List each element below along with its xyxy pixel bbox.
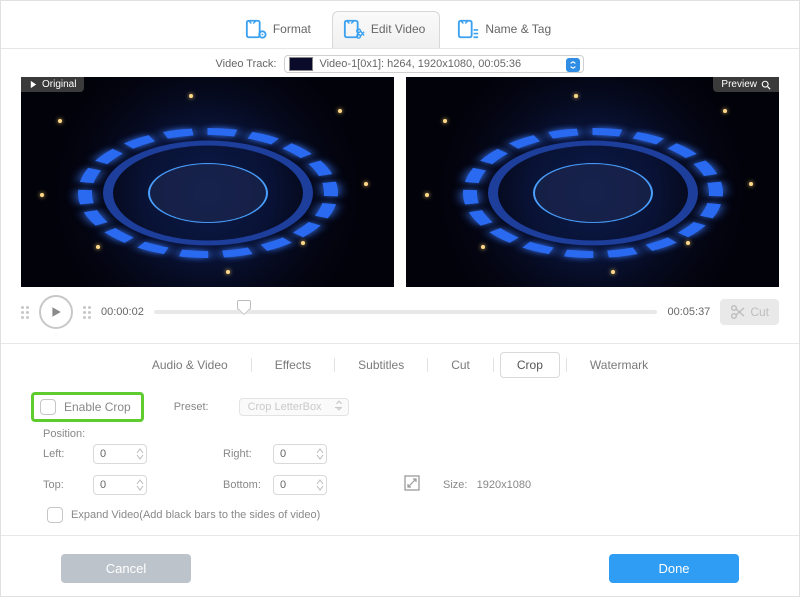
right-value: 0 [280,448,286,460]
drag-handle-right[interactable] [83,306,91,319]
original-pane: Original [21,77,394,287]
time-total: 00:05:37 [667,306,710,318]
cut-button[interactable]: Cut [720,299,779,325]
top-label: Top: [43,479,93,491]
tab-format[interactable]: Format [234,11,326,48]
edit-sub-tabs: Audio & Video Effects Subtitles Cut Crop… [1,344,799,382]
expand-video-label: Expand Video(Add black bars to the sides… [71,509,320,521]
seek-thumb[interactable] [237,300,251,310]
stepper-icon [316,448,324,460]
subtab-watermark[interactable]: Watermark [573,352,665,378]
preview-area: Original Preview [1,77,799,287]
subtab-audio-video[interactable]: Audio & Video [135,352,245,378]
bottom-field[interactable]: 0 [273,475,327,495]
left-label: Left: [43,448,93,460]
preset-value: Crop LetterBox [248,401,322,413]
preset-select[interactable]: Crop LetterBox [239,398,349,416]
original-badge-label: Original [42,79,76,90]
done-button-label: Done [658,561,689,576]
subtab-subtitles-label: Subtitles [358,358,404,372]
bottom-label: Bottom: [223,479,273,491]
preset-label: Preset: [174,401,209,413]
crop-panel: Enable Crop Preset: Crop LetterBox Posit… [1,382,799,527]
subtab-effects[interactable]: Effects [258,352,328,378]
subtab-watermark-label: Watermark [590,358,648,372]
stepper-icon [316,479,324,491]
right-field[interactable]: 0 [273,444,327,464]
enable-crop-highlight: Enable Crop [31,392,144,422]
edit-video-icon [343,18,365,40]
original-badge: Original [21,77,84,92]
video-track-label: Video Track: [216,58,277,70]
scissors-icon [730,304,746,320]
playback-bar: 00:00:02 00:05:37 Cut [1,287,799,343]
video-track-select[interactable]: Video-1[0x1]: h264, 1920x1080, 00:05:36 [284,55,584,73]
track-thumbnail [289,57,313,71]
dialog-footer: Cancel Done [1,536,799,583]
format-icon [245,18,267,40]
expand-video-checkbox[interactable] [47,507,63,523]
main-tab-bar: Format Edit Video Name & Tag [1,1,799,49]
subtab-cut[interactable]: Cut [434,352,487,378]
seek-bar[interactable] [154,302,658,322]
stepper-icon [136,479,144,491]
size-value: 1920x1080 [477,479,531,491]
tab-format-label: Format [273,22,311,36]
subtab-subtitles[interactable]: Subtitles [341,352,421,378]
done-button[interactable]: Done [609,554,739,583]
drag-handle-left[interactable] [21,306,29,319]
left-value: 0 [100,448,106,460]
subtab-crop[interactable]: Crop [500,352,560,378]
play-button[interactable] [39,295,73,329]
bottom-value: 0 [280,479,286,491]
name-tag-icon [457,18,479,40]
video-track-row: Video Track: Video-1[0x1]: h264, 1920x10… [1,49,799,77]
position-label: Position: [43,428,769,440]
aspect-icon[interactable] [403,474,443,495]
subtab-cut-label: Cut [451,358,470,372]
tab-name-tag[interactable]: Name & Tag [446,11,566,48]
enable-crop-label: Enable Crop [64,400,131,414]
play-icon [29,80,38,89]
subtab-crop-label: Crop [517,358,543,372]
right-label: Right: [223,448,273,460]
magnify-icon [761,80,771,90]
time-current: 00:00:02 [101,306,144,318]
subtab-audio-video-label: Audio & Video [152,358,228,372]
video-track-value: Video-1[0x1]: h264, 1920x1080, 00:05:36 [319,58,521,70]
top-value: 0 [100,479,106,491]
tab-edit-video-label: Edit Video [371,22,426,36]
preview-video[interactable] [406,77,779,287]
tab-edit-video[interactable]: Edit Video [332,11,441,48]
stepper-icon [136,448,144,460]
editor-window: Format Edit Video Name & Tag Video Track… [0,0,800,597]
left-field[interactable]: 0 [93,444,147,464]
subtab-effects-label: Effects [275,358,311,372]
cancel-button[interactable]: Cancel [61,554,191,583]
tab-name-tag-label: Name & Tag [485,22,551,36]
enable-crop-checkbox[interactable] [40,399,56,415]
preview-badge-label: Preview [721,79,757,90]
play-icon [50,306,62,318]
chevron-updown-icon [334,400,344,415]
preview-badge: Preview [713,77,779,92]
size-label: Size: [443,479,467,491]
preview-pane: Preview [406,77,779,287]
top-field[interactable]: 0 [93,475,147,495]
cut-button-label: Cut [750,305,769,319]
cancel-button-label: Cancel [106,561,146,576]
original-video[interactable] [21,77,394,287]
dropdown-arrow-icon [566,58,580,72]
